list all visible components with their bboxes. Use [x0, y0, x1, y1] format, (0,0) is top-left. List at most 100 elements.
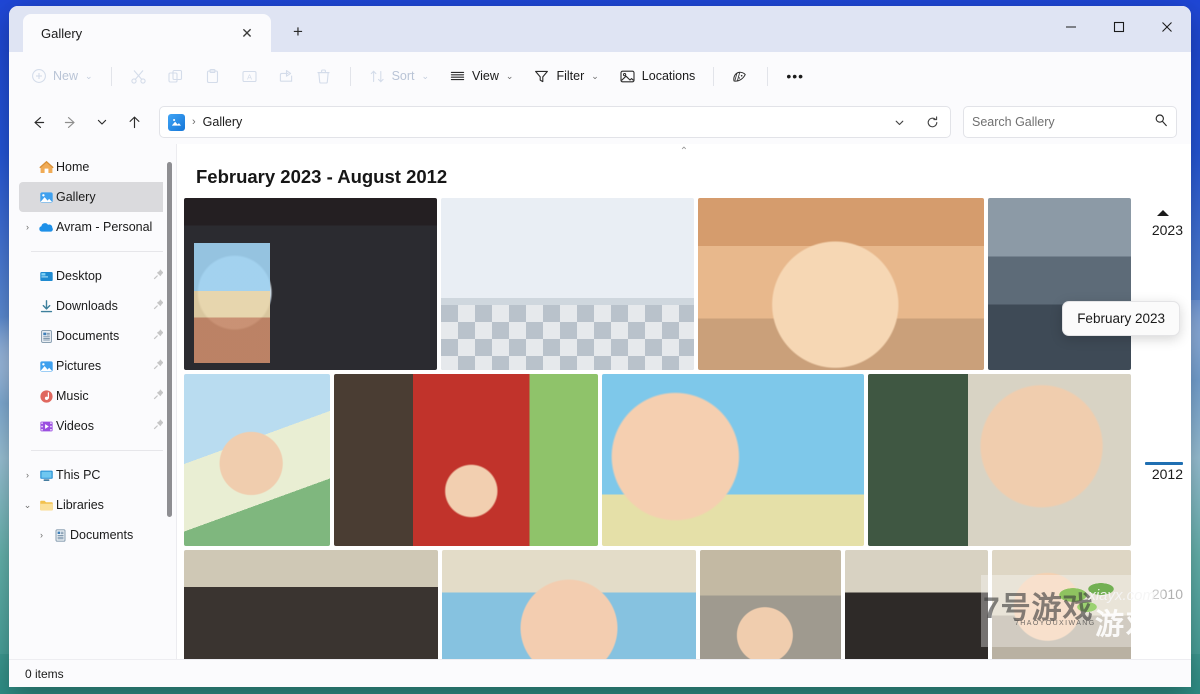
scrubber-up-triangle-icon[interactable] [1157, 210, 1169, 216]
sidebar-item-libraries[interactable]: ⌄ Libraries [19, 490, 169, 520]
cut-button[interactable] [121, 60, 156, 92]
sidebar-item-documents[interactable]: Documents [19, 321, 169, 351]
view-button[interactable]: View ⌄ [440, 60, 522, 92]
photo-thumbnail[interactable] [184, 550, 438, 659]
sidebar-item-downloads[interactable]: Downloads [19, 291, 169, 321]
photo-thumbnail[interactable] [442, 550, 696, 659]
filter-button[interactable]: Filter ⌄ [524, 60, 607, 92]
sidebar-label-desktop: Desktop [56, 269, 102, 283]
address-breadcrumb-bar[interactable]: › Gallery [159, 106, 951, 138]
photo-thumbnail[interactable] [992, 550, 1131, 659]
search-box[interactable] [963, 106, 1177, 138]
recent-locations-button[interactable] [87, 107, 117, 137]
chevron-right-icon[interactable]: › [33, 530, 50, 540]
chevron-up-icon[interactable]: ⌃ [680, 146, 688, 157]
desktop-icon [36, 269, 56, 284]
chevron-right-icon[interactable]: › [19, 222, 36, 232]
tab-gallery[interactable]: Gallery ✕ [23, 14, 271, 52]
photo-thumbnail[interactable] [184, 198, 437, 370]
photo-thumbnail[interactable] [988, 198, 1131, 370]
toolbar-divider-3 [713, 67, 714, 86]
scrubber-year-2023[interactable]: 2023 [1152, 222, 1183, 238]
scrubber-year-2012[interactable]: 2012 [1152, 466, 1183, 482]
sidebar-item-home[interactable]: Home [19, 152, 169, 182]
sort-label: Sort [392, 69, 415, 83]
chevron-down-icon[interactable]: ⌄ [19, 500, 36, 511]
share-button[interactable] [269, 60, 304, 92]
photo-thumbnail[interactable] [700, 550, 841, 659]
copilot-button[interactable] [723, 60, 758, 92]
new-button[interactable]: New ⌄ [21, 60, 102, 92]
explorer-body: Home Gallery › Avram - Personal [9, 144, 1191, 659]
chevron-down-icon: ⌄ [591, 71, 599, 82]
copy-button[interactable] [158, 60, 193, 92]
sidebar-item-onedrive[interactable]: › Avram - Personal [19, 212, 169, 242]
search-icon[interactable] [1154, 113, 1168, 132]
new-label: New [53, 69, 78, 83]
sidebar-item-music[interactable]: Music [19, 381, 169, 411]
forward-button[interactable] [55, 107, 85, 137]
year-scrubber[interactable]: 2023 2012 2010 [1133, 144, 1191, 659]
sidebar-item-videos[interactable]: Videos [19, 411, 169, 441]
new-tab-icon[interactable]: + [281, 15, 315, 49]
locations-button[interactable]: Locations [610, 60, 705, 92]
refresh-icon[interactable] [918, 109, 946, 135]
sidebar-scrollbar-thumb[interactable] [167, 162, 172, 517]
copilot-fan-icon [732, 68, 749, 85]
address-dropdown-icon[interactable] [885, 109, 913, 135]
thispc-icon [36, 468, 56, 483]
sidebar-divider-2 [31, 450, 163, 451]
tab-label: Gallery [41, 26, 235, 41]
delete-button[interactable] [306, 60, 341, 92]
toolbar-divider [111, 67, 112, 86]
locations-image-icon [619, 68, 636, 85]
photo-thumbnail[interactable] [441, 198, 694, 370]
documents-icon [36, 329, 56, 344]
sidebar-label-libraries-documents: Documents [70, 528, 133, 542]
sidebar-item-desktop[interactable]: Desktop [19, 261, 169, 291]
close-window-icon[interactable] [1143, 6, 1191, 48]
back-button[interactable] [23, 107, 53, 137]
title-bar: Gallery ✕ + [9, 6, 1191, 52]
window-controls [1047, 6, 1191, 48]
filter-label: Filter [556, 69, 584, 83]
maximize-icon[interactable] [1095, 6, 1143, 48]
search-input[interactable] [972, 115, 1154, 129]
scrubber-year-2010[interactable]: 2010 [1152, 586, 1183, 602]
chevron-right-icon[interactable]: › [19, 470, 36, 480]
sort-button[interactable]: Sort ⌄ [360, 60, 438, 92]
navigation-pane: Home Gallery › Avram - Personal [9, 144, 177, 659]
sidebar-label-documents: Documents [56, 329, 119, 343]
sidebar-item-this-pc[interactable]: › This PC [19, 460, 169, 490]
photo-thumbnail[interactable] [868, 374, 1131, 546]
overflow-menu-button[interactable]: ••• [777, 60, 813, 92]
chevron-down-icon: ⌄ [85, 71, 93, 82]
breadcrumb-gallery[interactable]: Gallery [203, 115, 243, 129]
sidebar-label-downloads: Downloads [56, 299, 118, 313]
command-bar: New ⌄ A [9, 52, 1191, 100]
paste-button[interactable] [195, 60, 230, 92]
rename-button[interactable]: A [232, 60, 267, 92]
address-bar-row: › Gallery [9, 100, 1191, 144]
photo-thumbnail[interactable] [184, 374, 330, 546]
sidebar-item-gallery[interactable]: Gallery [19, 182, 169, 212]
status-bar: 0 items [9, 659, 1191, 687]
sort-icon [369, 68, 386, 85]
minimize-icon[interactable] [1047, 6, 1095, 48]
photo-thumbnail[interactable] [845, 550, 988, 659]
close-tab-icon[interactable]: ✕ [235, 21, 259, 45]
overflow-dots-icon: ••• [786, 68, 804, 84]
photo-thumbnail[interactable] [698, 198, 984, 370]
svg-text:A: A [247, 72, 252, 81]
sidebar-item-libraries-documents[interactable]: › Documents [19, 520, 169, 550]
photo-thumbnail[interactable] [334, 374, 598, 546]
up-button[interactable] [119, 107, 149, 137]
sidebar-scrollbar[interactable] [163, 162, 177, 652]
breadcrumb-separator: › [192, 116, 196, 128]
sidebar-item-pictures[interactable]: Pictures [19, 351, 169, 381]
rename-icon: A [241, 68, 258, 85]
scissors-icon [130, 68, 147, 85]
gallery-icon [36, 190, 56, 205]
photo-thumbnail[interactable] [602, 374, 864, 546]
view-icon [449, 68, 466, 85]
